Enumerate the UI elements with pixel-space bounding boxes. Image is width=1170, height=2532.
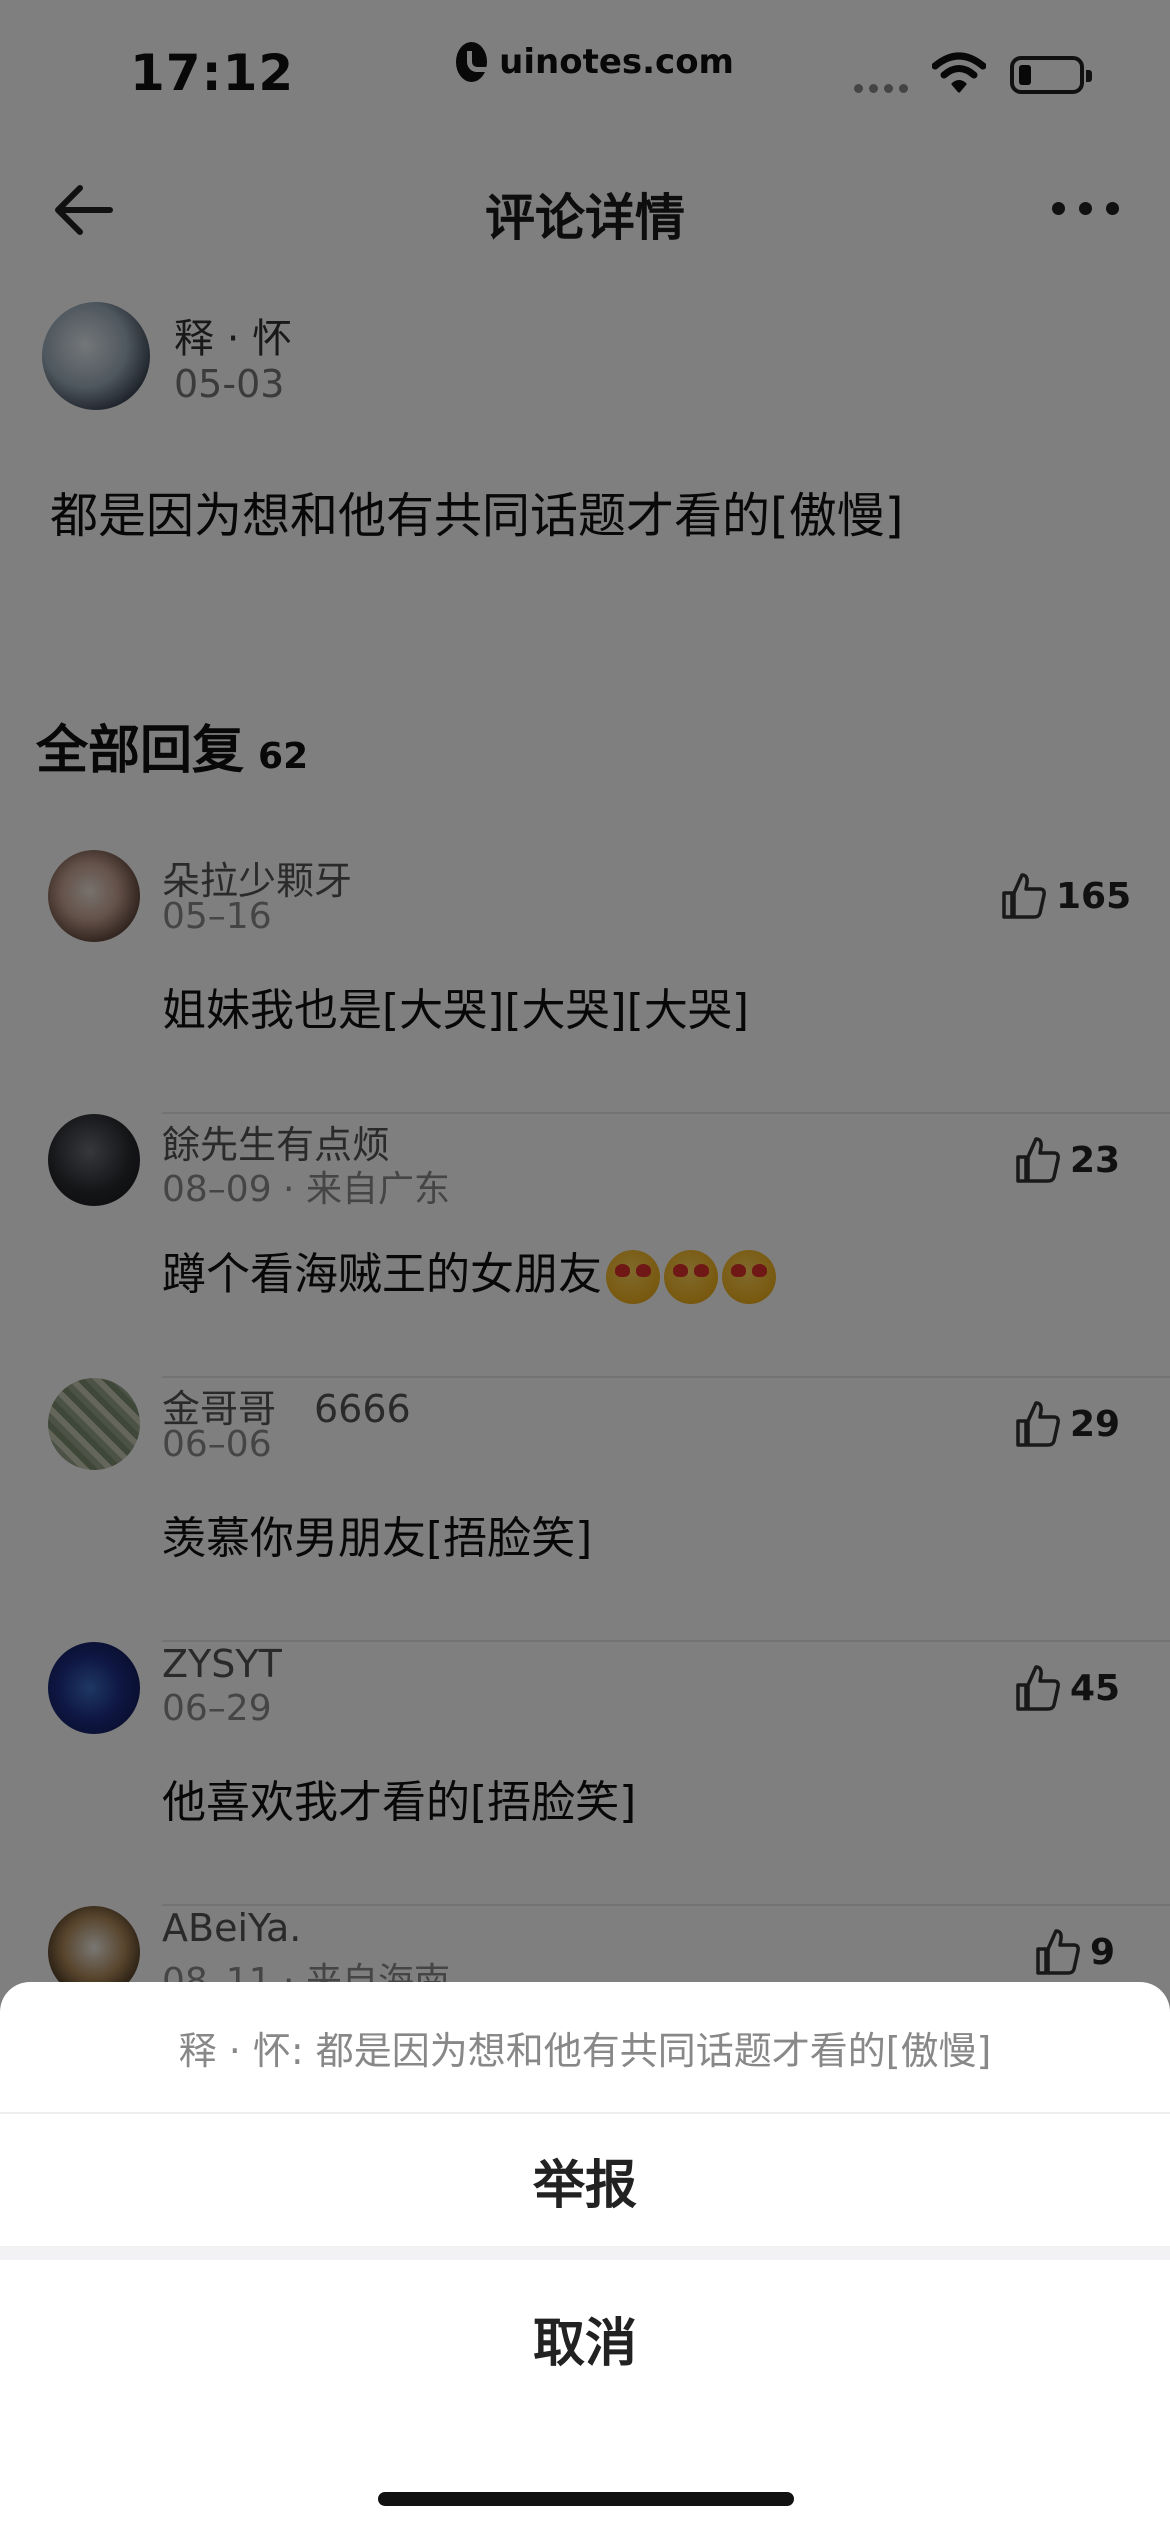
sheet-comment-preview: 释 · 怀: 都是因为想和他有共同话题才看的[傲慢] — [0, 1982, 1170, 2114]
cancel-button[interactable]: 取消 — [0, 2260, 1170, 2416]
action-sheet: 释 · 怀: 都是因为想和他有共同话题才看的[傲慢] 举报 取消 — [0, 1982, 1170, 2532]
home-indicator[interactable] — [378, 2492, 794, 2506]
sheet-separator — [0, 2246, 1170, 2260]
report-button[interactable]: 举报 — [0, 2114, 1170, 2246]
screen: 17:12 uinotes.com 评论详情 释 · 怀 05-03 都是因为想… — [0, 0, 1170, 2532]
